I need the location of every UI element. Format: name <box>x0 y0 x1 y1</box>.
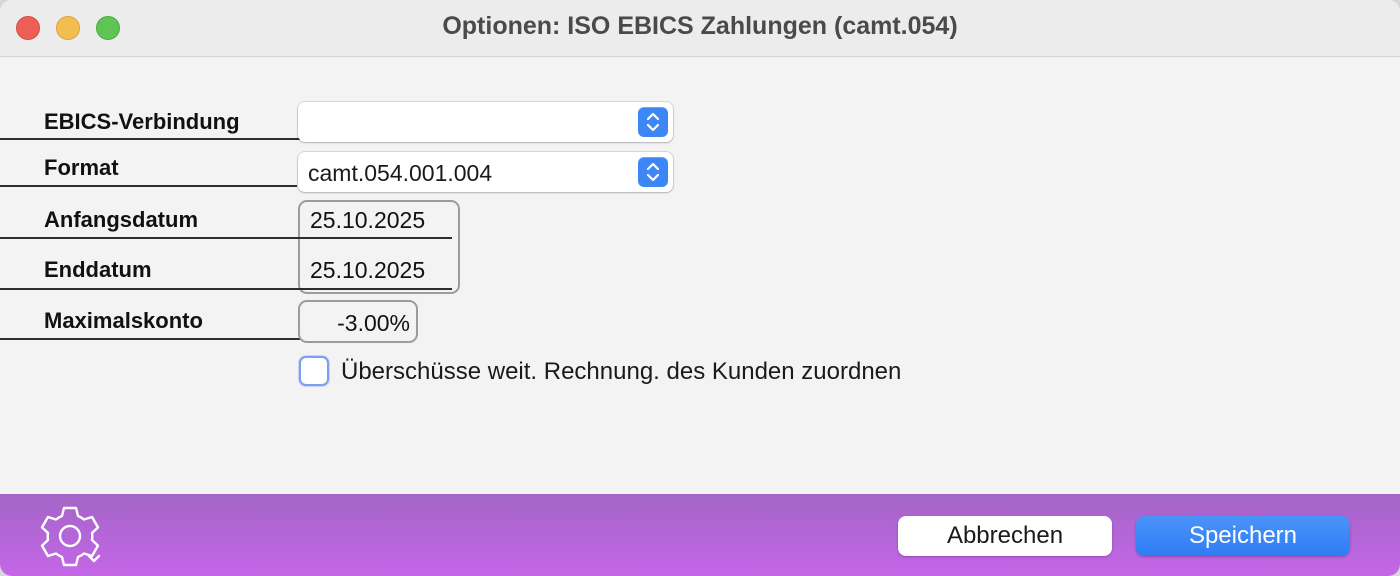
max-discount-field[interactable]: -3.00% <box>298 300 418 343</box>
chevron-updown-icon <box>638 157 668 187</box>
end-date-label: Enddatum <box>44 257 152 282</box>
footer-bar: Abbrechen Speichern <box>0 494 1400 576</box>
end-date-row-line <box>0 288 300 290</box>
end-date-field[interactable]: 25.10.2025 <box>310 257 425 284</box>
cancel-button[interactable]: Abbrechen <box>898 516 1112 556</box>
title-bar: Optionen: ISO EBICS Zahlungen (camt.054) <box>0 0 1400 57</box>
start-date-row-line <box>0 237 300 239</box>
format-popup[interactable]: camt.054.001.004 <box>298 152 673 192</box>
max-discount-value: -3.00% <box>337 310 410 336</box>
start-date-field[interactable]: 25.10.2025 <box>310 207 425 234</box>
max-discount-row-line <box>0 338 300 340</box>
ebics-connection-row-line <box>0 138 300 140</box>
format-row-line <box>0 185 297 187</box>
ebics-connection-label: EBICS-Verbindung <box>44 109 240 134</box>
options-window: Optionen: ISO EBICS Zahlungen (camt.054)… <box>0 0 1400 576</box>
gear-icon[interactable] <box>34 504 106 568</box>
surplus-assign-label: Überschüsse weit. Rechnung. des Kunden z… <box>341 358 902 385</box>
format-value: camt.054.001.004 <box>308 160 493 186</box>
chevron-updown-icon <box>638 107 668 137</box>
format-label: Format <box>44 155 119 180</box>
save-button[interactable]: Speichern <box>1136 516 1350 556</box>
start-date-label: Anfangsdatum <box>44 207 198 232</box>
surplus-assign-checkbox[interactable] <box>299 356 329 386</box>
max-discount-label: Maximalskonto <box>44 308 203 333</box>
ebics-connection-popup[interactable] <box>298 102 673 142</box>
start-date-underline <box>300 237 452 239</box>
end-date-underline <box>300 288 452 290</box>
window-title: Optionen: ISO EBICS Zahlungen (camt.054) <box>442 12 958 40</box>
